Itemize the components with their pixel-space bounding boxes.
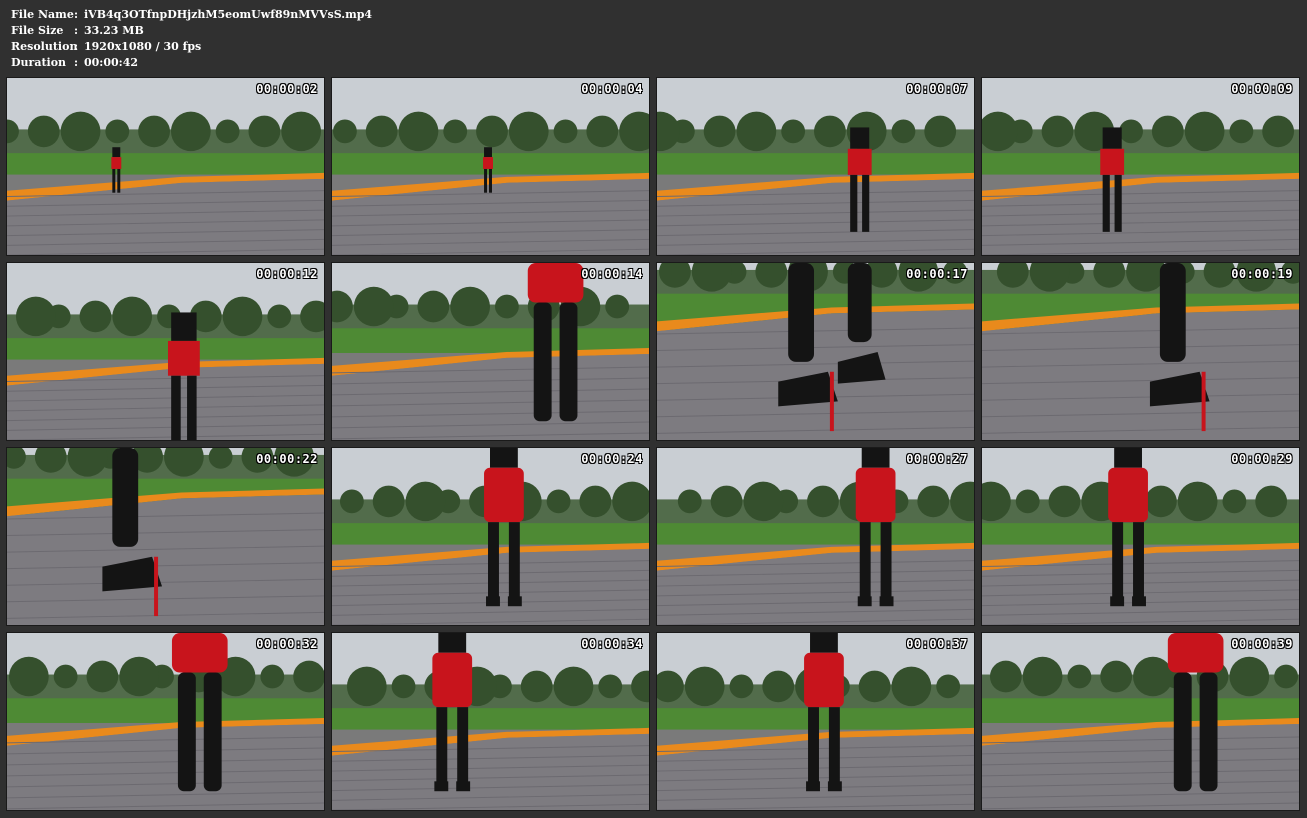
video-frame-image (7, 448, 324, 625)
thumbnail-frame[interactable]: 00:00:19 (981, 262, 1300, 441)
duration-row: Duration : 00:00:42 (11, 55, 372, 71)
file-name-label: File Name (11, 8, 74, 21)
thumbnail-grid: 00:00:02 00:00:04 00:00:07 00:00:09 00:00:12… (6, 77, 1301, 812)
file-info-panel: File Name : iVB4q3OTfnpDHjzhM5eomUwf89nM… (11, 7, 372, 71)
thumbnail-frame[interactable]: 00:00:32 (6, 632, 325, 811)
video-frame-image (332, 633, 649, 810)
thumbnail-frame[interactable]: 00:00:34 (331, 632, 650, 811)
timestamp-label: 00:00:09 (1231, 82, 1293, 96)
timestamp-label: 00:00:29 (1231, 452, 1293, 466)
video-frame-image (657, 633, 974, 810)
duration-value: 00:00:42 (84, 56, 139, 69)
timestamp-label: 00:00:19 (1231, 267, 1293, 281)
file-size-row: File Size : 33.23 MB (11, 23, 372, 39)
thumbnail-frame[interactable]: 00:00:09 (981, 77, 1300, 256)
file-size-value: 33.23 MB (84, 24, 144, 37)
thumbnail-frame[interactable]: 00:00:12 (6, 262, 325, 441)
separator: : (74, 24, 79, 37)
thumbnail-frame[interactable]: 00:00:14 (331, 262, 650, 441)
timestamp-label: 00:00:07 (906, 82, 968, 96)
video-frame-image (982, 633, 1299, 810)
thumbnail-frame[interactable]: 00:00:17 (656, 262, 975, 441)
timestamp-label: 00:00:02 (256, 82, 318, 96)
video-frame-image (657, 448, 974, 625)
separator: : (74, 8, 79, 21)
thumbnail-frame[interactable]: 00:00:04 (331, 77, 650, 256)
resolution-value: 1920x1080 / 30 fps (84, 40, 202, 53)
thumbnail-frame[interactable]: 00:00:07 (656, 77, 975, 256)
video-frame-image (657, 263, 974, 440)
thumbnail-frame[interactable]: 00:00:22 (6, 447, 325, 626)
timestamp-label: 00:00:24 (581, 452, 643, 466)
video-frame-image (657, 78, 974, 255)
thumbnail-frame[interactable]: 00:00:39 (981, 632, 1300, 811)
resolution-row: Resolution : 1920x1080 / 30 fps (11, 39, 372, 55)
timestamp-label: 00:00:34 (581, 637, 643, 651)
video-frame-image (332, 448, 649, 625)
thumbnail-frame[interactable]: 00:00:27 (656, 447, 975, 626)
timestamp-label: 00:00:39 (1231, 637, 1293, 651)
video-frame-image (7, 633, 324, 810)
file-name-row: File Name : iVB4q3OTfnpDHjzhM5eomUwf89nM… (11, 7, 372, 23)
thumbnail-frame[interactable]: 00:00:29 (981, 447, 1300, 626)
duration-label: Duration (11, 56, 67, 69)
video-frame-image (982, 263, 1299, 440)
thumbnail-frame[interactable]: 00:00:37 (656, 632, 975, 811)
resolution-label: Resolution (11, 40, 78, 53)
separator: : (74, 56, 79, 69)
video-frame-image (7, 263, 324, 440)
thumbnail-frame[interactable]: 00:00:24 (331, 447, 650, 626)
timestamp-label: 00:00:32 (256, 637, 318, 651)
video-frame-image (332, 263, 649, 440)
file-size-label: File Size (11, 24, 64, 37)
video-frame-image (332, 78, 649, 255)
timestamp-label: 00:00:22 (256, 452, 318, 466)
separator: : (74, 40, 79, 53)
video-frame-image (7, 78, 324, 255)
thumbnail-frame[interactable]: 00:00:02 (6, 77, 325, 256)
timestamp-label: 00:00:04 (581, 82, 643, 96)
video-frame-image (982, 78, 1299, 255)
timestamp-label: 00:00:17 (906, 267, 968, 281)
timestamp-label: 00:00:12 (256, 267, 318, 281)
timestamp-label: 00:00:37 (906, 637, 968, 651)
timestamp-label: 00:00:14 (581, 267, 643, 281)
timestamp-label: 00:00:27 (906, 452, 968, 466)
file-name-value: iVB4q3OTfnpDHjzhM5eomUwf89nMVVsS.mp4 (84, 8, 373, 21)
video-frame-image (982, 448, 1299, 625)
